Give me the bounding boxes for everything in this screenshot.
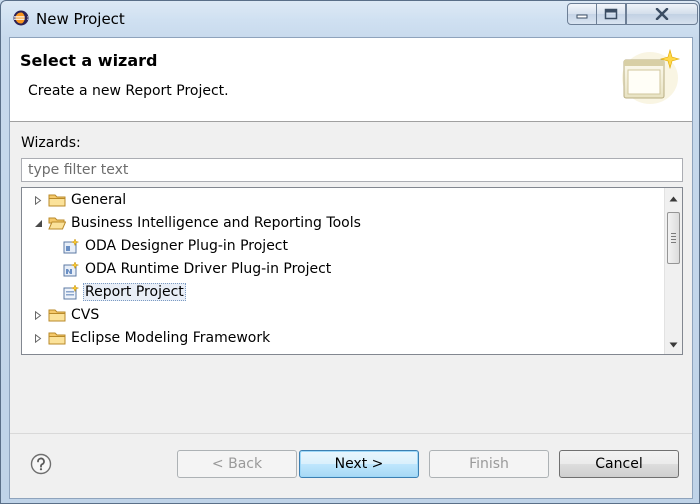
tree-item-label: General [71, 192, 127, 208]
tree-item-label: CVS [71, 307, 100, 323]
help-icon [30, 453, 52, 475]
expand-arrow-icon[interactable] [32, 194, 44, 206]
scroll-thumb[interactable] [667, 212, 680, 264]
folder-icon [48, 309, 66, 322]
folder-icon [48, 332, 66, 345]
plugin-project-icon [63, 261, 80, 277]
maximize-button[interactable] [596, 3, 626, 25]
page-title: Select a wizard [20, 51, 158, 70]
new-project-window: New Project Select a wizard Create a new… [0, 0, 700, 504]
finish-button[interactable]: Finish [429, 450, 549, 478]
title-bar[interactable]: New Project [1, 1, 699, 37]
scroll-down-icon [669, 342, 678, 347]
tree-item-label: Report Project [83, 283, 186, 301]
new-wizard-banner-icon [622, 48, 681, 104]
maximize-icon [604, 8, 618, 20]
tree-item-label: Eclipse Modeling Framework [71, 330, 271, 346]
page-description: Create a new Report Project. [28, 83, 229, 99]
eclipse-icon [13, 10, 29, 26]
tree-item-label: ODA Runtime Driver Plug-in Project [85, 261, 332, 277]
tree-scrollbar[interactable] [664, 188, 682, 354]
wizard-tree[interactable]: General Business Intelligence and Report… [21, 187, 683, 355]
close-button[interactable] [626, 3, 698, 25]
collapse-arrow-icon[interactable] [32, 217, 44, 229]
scroll-up-arrow[interactable] [665, 190, 682, 207]
tree-item-oda-designer[interactable]: ODA Designer Plug-in Project [62, 235, 290, 257]
wizard-header: Select a wizard Create a new Report Proj… [10, 38, 692, 122]
tree-item-label: ODA Designer Plug-in Project [85, 238, 288, 254]
tree-item-cvs[interactable]: CVS [32, 304, 101, 326]
folder-open-icon [48, 217, 66, 230]
window-title: New Project [36, 10, 125, 28]
tree-item-label: Business Intelligence and Reporting Tool… [71, 215, 361, 231]
tree-item-emf[interactable]: Eclipse Modeling Framework [32, 327, 272, 349]
grip-line [671, 236, 676, 237]
expand-arrow-icon[interactable] [32, 309, 44, 321]
folder-icon [48, 194, 66, 207]
close-icon [655, 8, 669, 20]
grip-line [671, 242, 676, 243]
wizards-label: Wizards: [21, 135, 81, 151]
plugin-project-icon [63, 238, 80, 254]
minimize-icon [576, 14, 588, 19]
minimize-button[interactable] [567, 3, 597, 25]
next-button[interactable]: Next > [299, 450, 419, 478]
scroll-down-arrow[interactable] [665, 336, 682, 353]
report-project-icon [63, 284, 80, 300]
tree-item-general[interactable]: General [32, 189, 128, 211]
back-button[interactable]: < Back [177, 450, 297, 478]
expand-arrow-icon[interactable] [32, 332, 44, 344]
tree-item-report-project[interactable]: Report Project [62, 281, 186, 303]
filter-input[interactable] [21, 158, 683, 182]
cancel-button[interactable]: Cancel [559, 450, 679, 478]
footer-divider [10, 433, 692, 434]
grip-line [671, 233, 676, 234]
dialog-client-area: Select a wizard Create a new Report Proj… [9, 37, 693, 499]
scroll-up-icon [669, 196, 678, 201]
tree-item-oda-runtime[interactable]: ODA Runtime Driver Plug-in Project [62, 258, 333, 280]
grip-line [671, 239, 676, 240]
tree-item-birt[interactable]: Business Intelligence and Reporting Tool… [32, 212, 363, 234]
help-button[interactable] [30, 453, 52, 475]
